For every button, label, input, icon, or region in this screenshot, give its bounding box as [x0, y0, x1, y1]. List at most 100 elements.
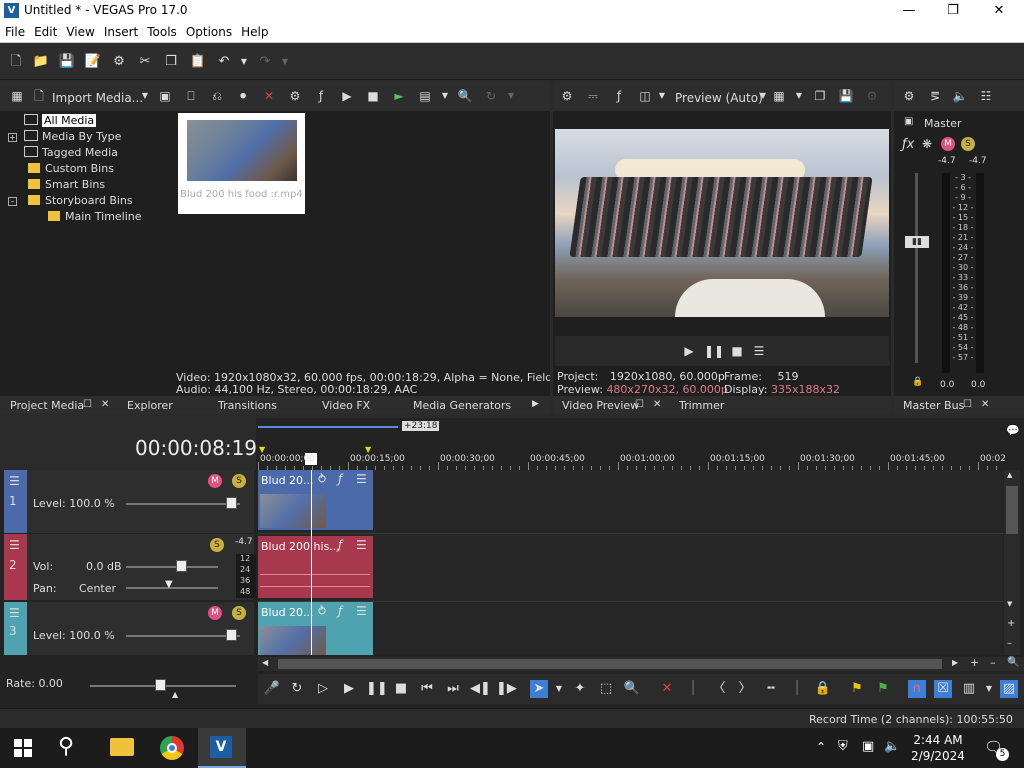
copy-snapshot-icon[interactable]: ❐ [811, 87, 829, 105]
video-clip-1[interactable]: Blud 20... ⥁ ƒ ☰ [258, 470, 373, 530]
import-dropdown-icon[interactable]: ▼ [136, 87, 154, 105]
trim-icon[interactable]: │ [684, 680, 702, 698]
normal-edit-tool-icon[interactable]: ➤ [530, 680, 548, 698]
h-scroll-thumb[interactable] [278, 659, 942, 669]
clip-2-fx-icon[interactable]: ƒ [338, 538, 342, 552]
vertical-scrollbar[interactable]: ▲ ▼ + – [1004, 470, 1020, 655]
v-scroll-up-icon[interactable]: ▲ [1007, 471, 1012, 479]
delete-icon[interactable]: ✕ [260, 87, 278, 105]
bin-smart-bins[interactable]: Smart Bins [28, 178, 105, 191]
v-zoom-in-icon[interactable]: + [1007, 618, 1015, 629]
preview-play-icon[interactable]: ▶ [680, 342, 698, 360]
globe-icon[interactable]: ⚫ [234, 87, 252, 105]
menu-file[interactable]: File [0, 22, 29, 39]
edit-tool-dropdown-icon[interactable]: ▼ [550, 680, 568, 698]
bin-storyboard-bins[interactable]: – Storyboard Bins [8, 194, 133, 207]
v-scroll-thumb[interactable] [1006, 486, 1018, 534]
track-header-1[interactable]: ☰ 1 M S Level: 100.0 % [4, 470, 254, 533]
menu-insert[interactable]: Insert [99, 22, 142, 39]
track-2-menu-icon[interactable]: ☰ [9, 538, 20, 552]
save-snapshot-icon[interactable]: 💾 [837, 87, 855, 105]
auto-preview-icon[interactable]: ► [390, 87, 408, 105]
lock-icon[interactable]: 🔒 [814, 680, 832, 698]
tab-explorer[interactable]: Explorer [127, 399, 173, 412]
preview-more-icon[interactable]: ⚙ [863, 87, 881, 105]
clip-3-fx-icon[interactable]: ƒ [338, 604, 342, 618]
tab-video-preview-close-icon[interactable]: ✕ [653, 399, 661, 410]
next-frame-icon[interactable]: ❚▶ [496, 680, 517, 698]
preview-stop-icon[interactable]: ■ [728, 342, 746, 360]
video-clip-3[interactable]: Blud 20... ⥁ ƒ ☰ [258, 602, 373, 655]
redo-icon[interactable]: ↷ [256, 53, 274, 71]
insert-marker-icon[interactable]: ⚑ [848, 680, 866, 698]
speaker-icon[interactable]: 🔈 [951, 87, 969, 105]
insert-region-icon[interactable]: ⚑ [874, 680, 892, 698]
track-2-vol-slider[interactable] [126, 566, 218, 568]
menu-tools[interactable]: Tools [142, 22, 181, 39]
h-zoom-tool-icon[interactable]: 🔍 [1007, 657, 1019, 668]
go-to-start-icon[interactable]: ⏮ [418, 680, 436, 698]
minimize-button[interactable]: — [886, 0, 932, 22]
tab-master-maximize-icon[interactable]: ☐ [963, 399, 972, 410]
master-checkbox[interactable]: ▣ [904, 116, 913, 127]
v-zoom-out-icon[interactable]: – [1007, 638, 1012, 649]
overlays-dropdown-icon[interactable]: ▼ [790, 87, 808, 105]
media-view-icon[interactable]: ▦ [8, 87, 26, 105]
tray-volume-icon[interactable]: 🔈 [884, 739, 900, 754]
split-screen-icon[interactable]: ◫ [636, 87, 654, 105]
refresh-dropdown-icon[interactable]: ▼ [502, 87, 520, 105]
refresh-icon[interactable]: ↻ [482, 87, 500, 105]
auto-crossfade-icon[interactable]: ☒ [934, 680, 952, 698]
remove-unused-icon[interactable]: ⎌ [208, 87, 226, 105]
track-1-level-slider[interactable] [126, 503, 240, 505]
preview-pause-icon[interactable]: ❚❚ [704, 342, 724, 360]
chrome-icon[interactable] [160, 736, 184, 760]
bin-tagged-media[interactable]: Tagged Media [24, 146, 118, 159]
clip-1-menu-icon[interactable]: ☰ [356, 472, 367, 486]
tray-chevron-icon[interactable]: ⌃ [816, 740, 826, 754]
clip-3-menu-icon[interactable]: ☰ [356, 604, 367, 618]
audio-clip-2[interactable]: Blud 200 his... ƒ ☰ [258, 536, 373, 598]
lock-envelopes-icon[interactable]: ▨ [1000, 680, 1018, 698]
master-settings-icon[interactable]: ❋ [922, 137, 932, 151]
loop-end-marker-icon[interactable]: ▼ [365, 445, 371, 454]
track-2-solo-icon[interactable]: S [210, 538, 224, 552]
previous-frame-icon[interactable]: ◀❚ [470, 680, 491, 698]
master-solo-icon[interactable]: S [961, 137, 975, 151]
tab-video-fx[interactable]: Video FX [322, 399, 370, 412]
record-icon[interactable]: 🎤 [263, 680, 281, 698]
track-3-level-slider[interactable] [126, 635, 240, 637]
menu-edit[interactable]: Edit [29, 22, 61, 39]
bin-main-timeline[interactable]: Main Timeline [48, 210, 142, 223]
import-media-icon[interactable]: 🗋 [30, 87, 48, 105]
paste-icon[interactable]: 📋 [189, 53, 207, 71]
media-fx-icon[interactable]: ƒ [312, 87, 330, 105]
views-dropdown-icon[interactable]: ▼ [436, 87, 454, 105]
vegas-taskbar-button[interactable]: V [198, 728, 246, 768]
bin-all-media[interactable]: All Media [24, 114, 97, 127]
clip-3-crop-icon[interactable]: ⥁ [318, 604, 326, 618]
tabs-scroll-right-icon[interactable]: ▶ [532, 399, 539, 409]
transport-pause-icon[interactable]: ❚❚ [366, 680, 388, 698]
windows-start-icon[interactable] [14, 739, 32, 757]
delete-clip-icon[interactable]: ✕ [658, 680, 676, 698]
tab-project-media-maximize-icon[interactable]: ☐ [83, 399, 92, 410]
track-1-mute-icon[interactable]: M [208, 474, 222, 488]
timecode-display[interactable]: 00:00:08:19 [135, 436, 257, 460]
bin-custom-bins[interactable]: Custom Bins [28, 162, 114, 175]
ripple-dropdown-icon[interactable]: ▼ [980, 680, 998, 698]
undo-dropdown-icon[interactable]: ▼ [235, 53, 253, 71]
search-icon[interactable]: 🔍 [456, 87, 474, 105]
h-zoom-out-icon[interactable]: – [990, 656, 996, 669]
close-button[interactable]: ✕ [976, 0, 1022, 22]
media-properties-gear-icon[interactable]: ⚙ [286, 87, 304, 105]
tab-master-bus[interactable]: Master Bus [903, 399, 964, 412]
capture-icon[interactable]: ▣ [156, 87, 174, 105]
menu-help[interactable]: Help [236, 22, 272, 39]
track-1-solo-icon[interactable]: S [232, 474, 246, 488]
menu-options[interactable]: Options [181, 22, 236, 39]
preview-properties-gear-icon[interactable]: ⚙ [558, 87, 576, 105]
loop-region-bar[interactable] [258, 426, 398, 428]
redo-dropdown-icon[interactable]: ▼ [276, 53, 294, 71]
open-icon[interactable]: 📁 [32, 53, 50, 71]
